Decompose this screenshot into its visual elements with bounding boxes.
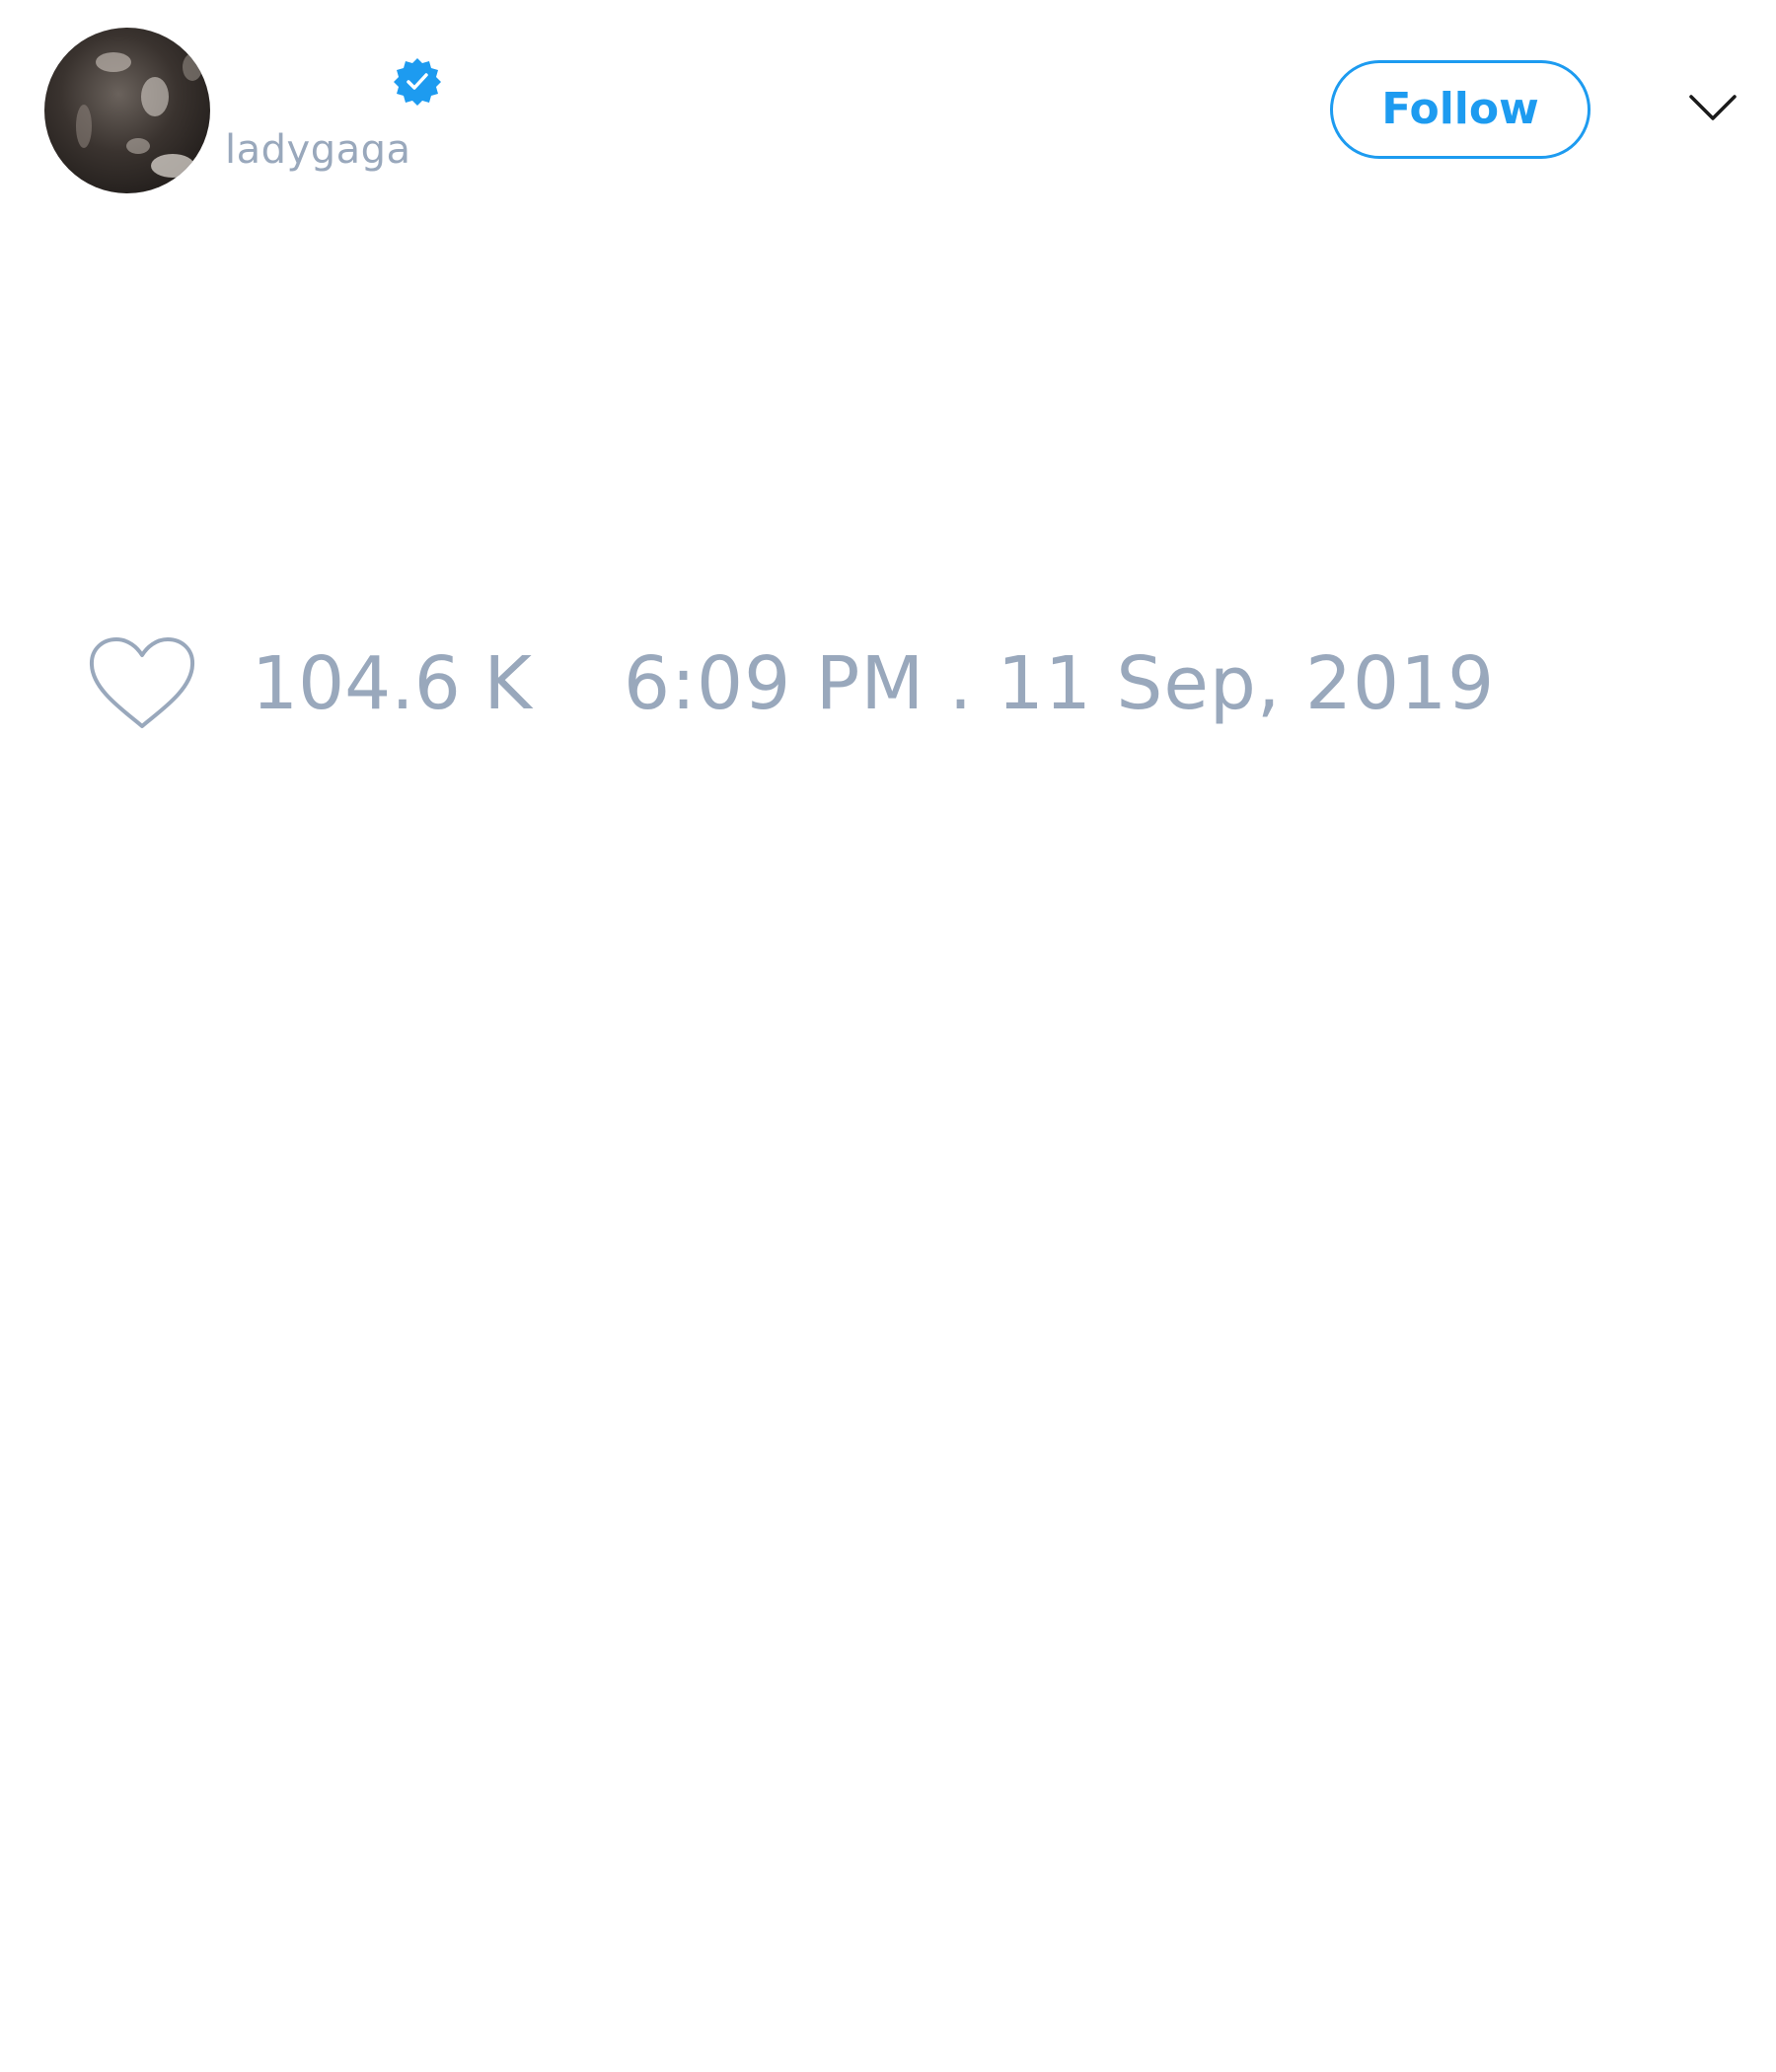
follow-button[interactable]: Follow bbox=[1330, 60, 1591, 159]
verified-badge-icon bbox=[394, 58, 441, 106]
avatar[interactable] bbox=[44, 28, 210, 193]
heart-outline-icon[interactable] bbox=[87, 635, 197, 732]
tweet-header: ladygaga Follow bbox=[0, 0, 1776, 227]
chevron-down-icon[interactable] bbox=[1687, 91, 1739, 124]
tweet-stats: 104.6 K 6:09 PM . 11 Sep, 2019 bbox=[0, 622, 1776, 740]
avatar-photo bbox=[44, 28, 210, 193]
like-count: 104.6 K bbox=[252, 641, 532, 726]
tweet-timestamp[interactable]: 6:09 PM . 11 Sep, 2019 bbox=[624, 641, 1495, 726]
author-handle[interactable]: ladygaga bbox=[225, 126, 411, 174]
